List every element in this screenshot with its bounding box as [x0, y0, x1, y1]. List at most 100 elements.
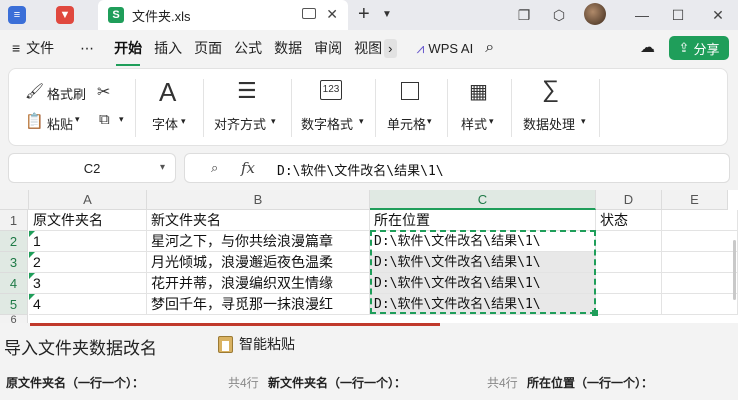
cell-b5[interactable]: 梦回千年，寻觅那一抹浪漫红 — [147, 294, 370, 315]
cell-b1[interactable]: 新文件夹名 — [147, 210, 370, 231]
cell-d1[interactable]: 状态 — [596, 210, 662, 231]
restore-window-icon[interactable]: ❐ — [516, 7, 532, 23]
font-button[interactable]: 字体 — [152, 114, 178, 133]
avatar[interactable] — [584, 3, 606, 25]
cell-icon[interactable] — [401, 82, 419, 100]
select-all-corner[interactable] — [0, 190, 29, 210]
close-window-icon[interactable]: ✕ — [710, 7, 726, 23]
cell-a4[interactable]: 3 — [29, 273, 147, 294]
row-header[interactable]: 5 — [0, 294, 28, 315]
formula-input[interactable]: ⌕ fx D:\软件\文件改名\结果\1\ — [184, 153, 730, 183]
tab-view[interactable]: 视图 — [348, 38, 384, 58]
chevron-down-icon[interactable]: ▾ — [581, 116, 586, 127]
chevron-down-icon[interactable]: ▾ — [427, 116, 432, 127]
pdf-app-icon[interactable]: ▼ — [56, 6, 74, 24]
format-painter-button[interactable]: 格式刷 — [47, 84, 86, 103]
chevron-down-icon[interactable]: ▾ — [119, 114, 124, 125]
chevron-down-icon[interactable]: ▼ — [382, 9, 392, 20]
column-header-a[interactable]: A — [29, 190, 147, 210]
style-button[interactable]: 样式 — [461, 114, 487, 133]
cell-button[interactable]: 单元格 — [387, 114, 426, 133]
smart-paste-button[interactable]: 智能粘贴 — [218, 334, 295, 354]
cell-b3[interactable]: 月光倾城，浪漫邂逅夜色温柔 — [147, 252, 370, 273]
chevron-down-icon[interactable]: ▾ — [75, 114, 80, 125]
more-icon[interactable]: ⋯ — [74, 40, 100, 57]
cube-icon[interactable]: ⬡ — [551, 7, 567, 23]
docs-app-icon[interactable]: ≡ — [8, 6, 26, 24]
column-header-c[interactable]: C — [370, 190, 596, 210]
maximize-icon[interactable]: ☐ — [670, 7, 686, 23]
row-header[interactable]: 2 — [0, 231, 28, 252]
number-format-button[interactable]: 数字格式 — [301, 114, 353, 133]
cell-d5[interactable] — [596, 294, 662, 315]
align-button[interactable]: 对齐方式 — [214, 114, 266, 133]
menu-file[interactable]: 文件 — [20, 38, 60, 58]
tab-review[interactable]: 审阅 — [308, 38, 348, 58]
import-rename-panel: 导入文件夹数据改名 智能粘贴 原文件夹名（一行一个）： 共4行 新文件夹名（一行… — [0, 323, 738, 400]
align-icon[interactable]: ☰ — [237, 78, 257, 104]
fx-icon[interactable]: fx — [241, 159, 255, 177]
column-header-b[interactable]: B — [147, 190, 370, 210]
cell-c2[interactable]: D:\软件\文件改名\结果\1\ — [370, 231, 596, 252]
cell-a5[interactable]: 4 — [29, 294, 147, 315]
chevron-down-icon[interactable]: ▾ — [271, 116, 276, 127]
cell-b4[interactable]: 花开并蒂，浪漫编织双生情缘 — [147, 273, 370, 294]
vertical-scrollbar[interactable] — [733, 240, 736, 300]
minimize-icon[interactable]: — — [634, 7, 650, 23]
cell-a1[interactable]: 原文件夹名 — [29, 210, 147, 231]
chevron-right-icon[interactable]: › — [384, 38, 397, 58]
zoom-icon[interactable]: ⌕ — [211, 160, 218, 176]
cell-c5[interactable]: D:\软件\文件改名\结果\1\ — [370, 294, 596, 315]
row-header[interactable]: 1 — [0, 210, 28, 231]
cell-c1[interactable]: 所在位置 — [370, 210, 596, 231]
cell-e2[interactable] — [662, 231, 738, 252]
cell-a3[interactable]: 2 — [29, 252, 147, 273]
hamburger-icon[interactable]: ≡ — [12, 40, 20, 56]
wps-ai-button[interactable]: WPS AI — [424, 41, 479, 56]
chevron-down-icon[interactable]: ▾ — [181, 116, 186, 127]
format-painter-icon[interactable]: 🖌 — [25, 82, 44, 100]
spreadsheet-grid[interactable]: A B C D E 1 2 3 4 5 6 原文件夹名 新文件夹名 所在位置 状… — [0, 190, 738, 327]
new-tab-icon[interactable]: + — [358, 3, 370, 26]
fill-handle[interactable] — [592, 310, 598, 316]
cell-e4[interactable] — [662, 273, 738, 294]
search-icon[interactable]: ⌕ — [485, 39, 494, 57]
cell-b2[interactable]: 星河之下，与你共绘浪漫篇章 — [147, 231, 370, 252]
column-header-d[interactable]: D — [596, 190, 662, 210]
cell-c3[interactable]: D:\软件\文件改名\结果\1\ — [370, 252, 596, 273]
cell-a2[interactable]: 1 — [29, 231, 147, 252]
column-header-e[interactable]: E — [662, 190, 728, 210]
font-icon[interactable]: A — [159, 77, 176, 108]
paste-button[interactable]: 粘贴 — [47, 114, 73, 133]
document-tab[interactable]: S 文件夹.xls ✕ — [98, 0, 348, 30]
chevron-down-icon[interactable]: ▾ — [489, 116, 494, 127]
tab-insert[interactable]: 插入 — [148, 38, 188, 58]
paste-icon[interactable]: 📋 — [25, 112, 44, 130]
cell-d4[interactable] — [596, 273, 662, 294]
name-box[interactable]: C2 ▾ — [8, 153, 176, 183]
cell-c4[interactable]: D:\软件\文件改名\结果\1\ — [370, 273, 596, 294]
cell-d2[interactable] — [596, 231, 662, 252]
copy-icon[interactable]: ⧉ — [99, 111, 110, 128]
cell-d3[interactable] — [596, 252, 662, 273]
row-header[interactable]: 3 — [0, 252, 28, 273]
tab-home[interactable]: 开始 — [108, 38, 148, 66]
style-icon[interactable]: ▦ — [469, 79, 488, 104]
cell-e3[interactable] — [662, 252, 738, 273]
number-format-icon[interactable]: 123 — [320, 80, 342, 100]
scissors-icon[interactable]: ✂ — [97, 82, 110, 102]
share-button[interactable]: ⇪ 分享 — [669, 36, 729, 60]
tab-data[interactable]: 数据 — [268, 38, 308, 58]
chevron-down-icon[interactable]: ▾ — [160, 162, 165, 173]
cloud-upload-icon[interactable]: ☁ — [640, 38, 655, 56]
sum-icon[interactable]: ∑ — [542, 76, 559, 104]
cell-e5[interactable] — [662, 294, 738, 315]
tab-page[interactable]: 页面 — [188, 38, 228, 58]
row-header[interactable]: 4 — [0, 273, 28, 294]
close-tab-icon[interactable]: ✕ — [326, 6, 338, 23]
cell-e1[interactable] — [662, 210, 738, 231]
chevron-down-icon[interactable]: ▾ — [359, 116, 364, 127]
screen-icon[interactable] — [302, 8, 316, 19]
data-process-button[interactable]: 数据处理 — [523, 114, 575, 133]
tab-formula[interactable]: 公式 — [228, 38, 268, 58]
